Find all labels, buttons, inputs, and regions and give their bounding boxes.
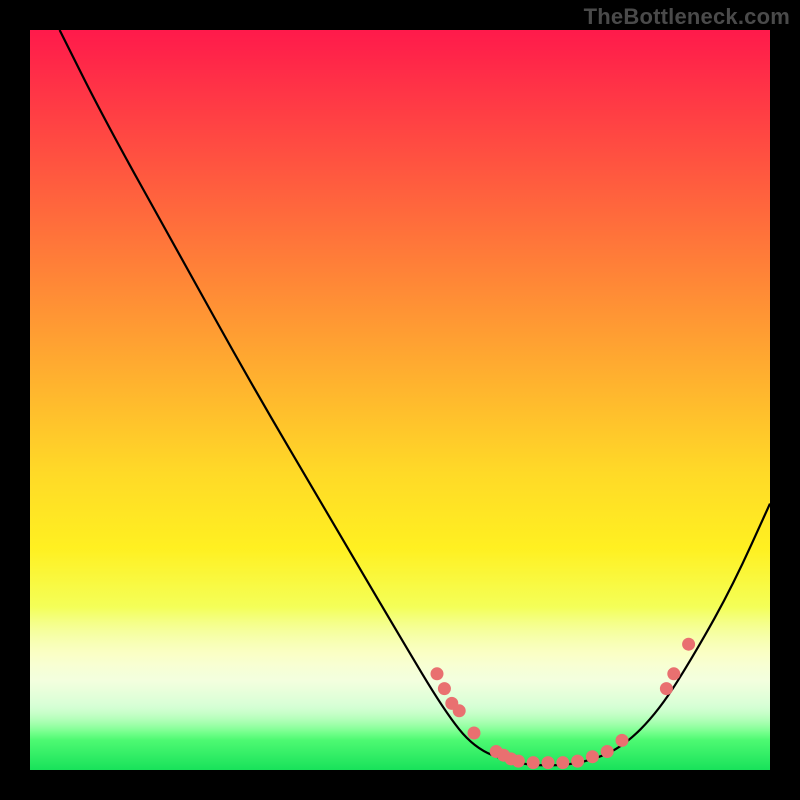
- data-dot: [660, 682, 673, 695]
- data-dot: [601, 745, 614, 758]
- data-dot: [682, 638, 695, 651]
- data-dot: [556, 756, 569, 769]
- data-dot: [527, 756, 540, 769]
- data-dot: [438, 682, 451, 695]
- bottleneck-curve: [60, 30, 770, 765]
- chart-frame: TheBottleneck.com: [0, 0, 800, 800]
- plot-area: [30, 30, 770, 770]
- data-dot: [512, 755, 525, 768]
- data-dot: [542, 756, 555, 769]
- data-dot: [571, 755, 584, 768]
- watermark-text: TheBottleneck.com: [584, 4, 790, 30]
- curve-svg: [30, 30, 770, 770]
- dot-layer: [431, 638, 696, 769]
- data-dot: [616, 734, 629, 747]
- data-dot: [667, 667, 680, 680]
- data-dot: [586, 750, 599, 763]
- data-dot: [453, 704, 466, 717]
- data-dot: [468, 727, 481, 740]
- data-dot: [431, 667, 444, 680]
